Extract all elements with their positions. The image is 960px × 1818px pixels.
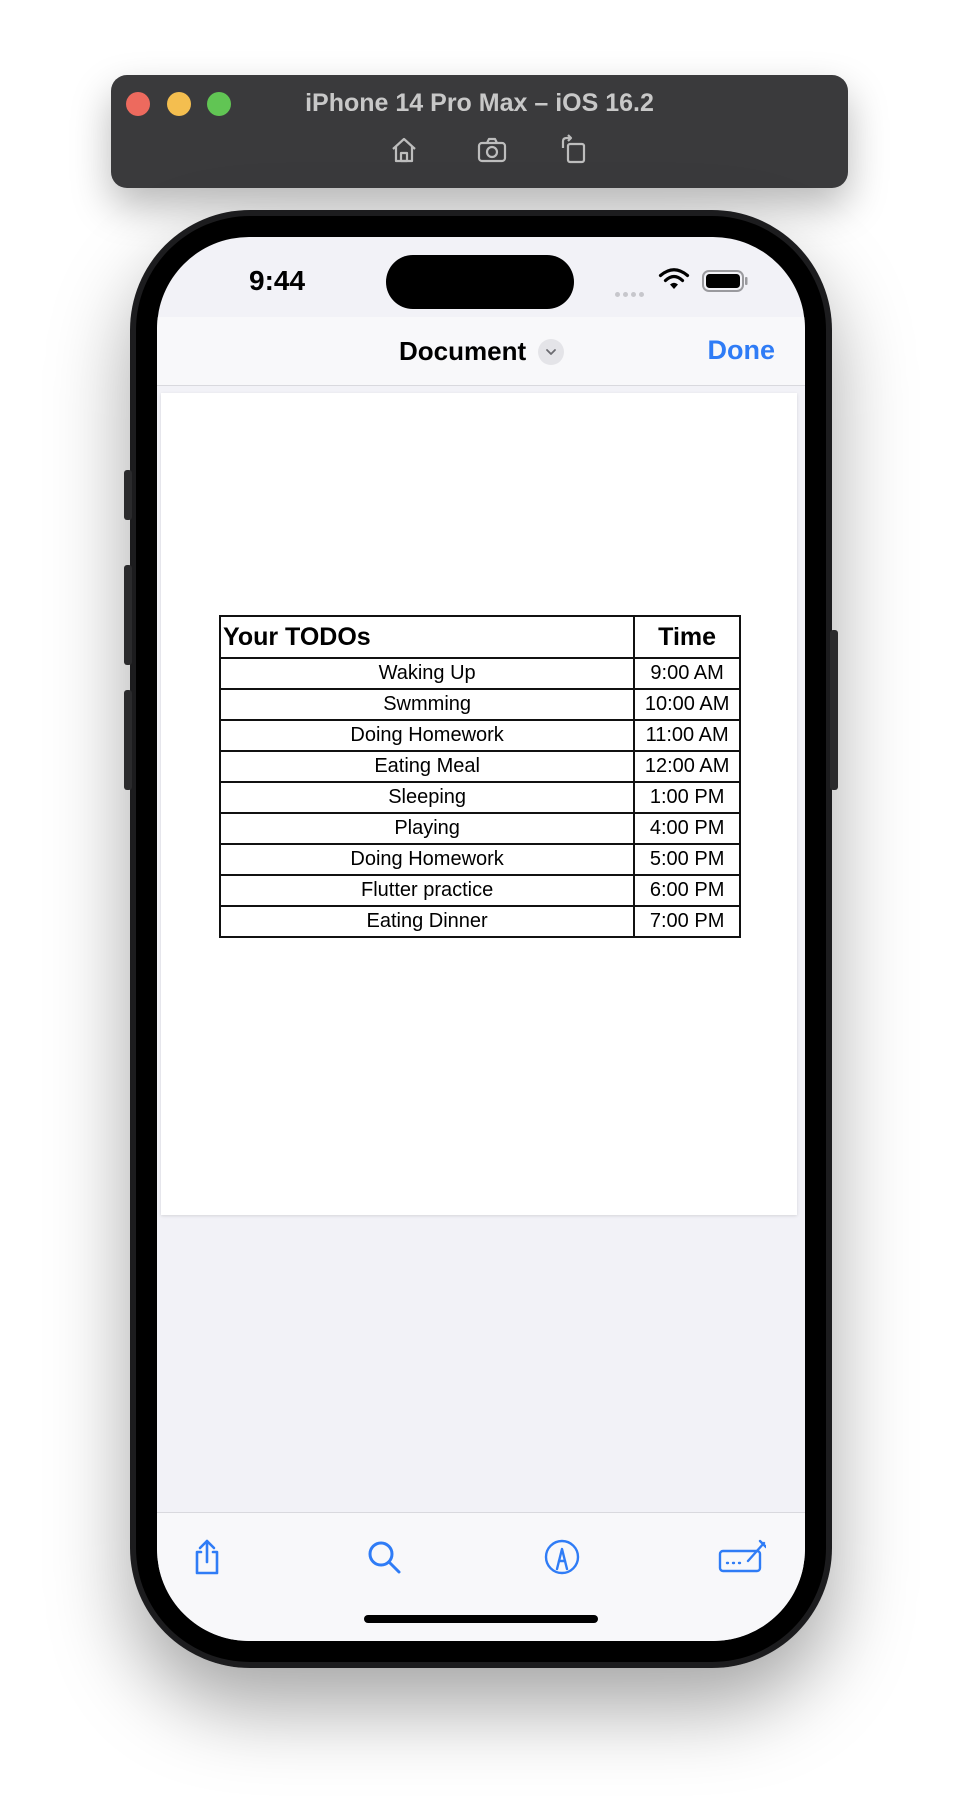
table-row: Doing Homework 11:00 AM [218,719,741,752]
table-row: Waking Up 9:00 AM [218,657,741,690]
time-cell: 4:00 PM [633,812,741,845]
status-time: 9:44 [249,265,306,296]
task-cell: Eating Dinner [218,905,636,938]
page-title: Document [399,336,527,366]
document-page: Your TODOs Time Waking Up 9:00 AM Swmming… [161,393,797,1215]
task-cell: Sleeping [218,781,636,814]
home-icon[interactable] [387,133,421,167]
task-cell: Swmming [218,688,636,721]
navigation-bar: Document Done [157,317,805,386]
task-cell: Eating Meal [218,750,636,783]
document-viewer[interactable]: Your TODOs Time Waking Up 9:00 AM Swmming… [157,387,805,1507]
screenshot-icon[interactable] [475,133,509,167]
table-row: Doing Homework 5:00 PM [218,843,741,876]
table-row: Eating Meal 12:00 AM [218,750,741,783]
time-cell: 10:00 AM [633,688,741,721]
markup-icon[interactable] [538,1533,586,1581]
table-row: Playing 4:00 PM [218,812,741,845]
todo-table: Your TODOs Time Waking Up 9:00 AM Swmming… [218,615,741,938]
time-cell: 6:00 PM [633,874,741,907]
share-icon[interactable] [183,1533,231,1581]
volume-up-button [124,565,132,665]
table-row: Swmming 10:00 AM [218,688,741,721]
home-indicator[interactable] [364,1615,598,1623]
signal-dots-icon [615,284,651,297]
done-button[interactable]: Done [708,335,776,366]
document-title-menu[interactable]: Document [399,336,565,367]
time-cell: 5:00 PM [633,843,741,876]
phone-screen: 9:44 Document Done Your TODOs Time Wakin… [157,237,805,1641]
task-cell: Playing [218,812,636,845]
time-column-header: Time [633,615,741,659]
table-header-row: Your TODOs Time [218,615,741,659]
task-cell: Doing Homework [218,719,636,752]
time-cell: 9:00 AM [633,657,741,690]
search-icon[interactable] [360,1533,408,1581]
task-cell: Waking Up [218,657,636,690]
wifi-icon [658,268,690,289]
volume-down-button [124,690,132,790]
time-cell: 7:00 PM [633,905,741,938]
rotate-icon[interactable] [557,133,591,167]
silent-switch [124,470,132,520]
time-cell: 12:00 AM [633,750,741,783]
task-cell: Flutter practice [218,874,636,907]
power-button [830,630,838,790]
simulator-title: iPhone 14 Pro Max – iOS 16.2 [305,89,654,117]
battery-icon [702,270,748,292]
table-row: Eating Dinner 7:00 PM [218,905,741,938]
signature-icon[interactable] [715,1533,769,1581]
task-column-header: Your TODOs [218,615,636,659]
chevron-down-icon [538,338,565,365]
dynamic-island [386,255,574,309]
time-cell: 1:00 PM [633,781,741,814]
task-cell: Doing Homework [218,843,636,876]
time-cell: 11:00 AM [633,719,741,752]
simulator-title-bar: iPhone 14 Pro Max – iOS 16.2 [111,75,848,188]
table-row: Flutter practice 6:00 PM [218,874,741,907]
table-row: Sleeping 1:00 PM [218,781,741,814]
